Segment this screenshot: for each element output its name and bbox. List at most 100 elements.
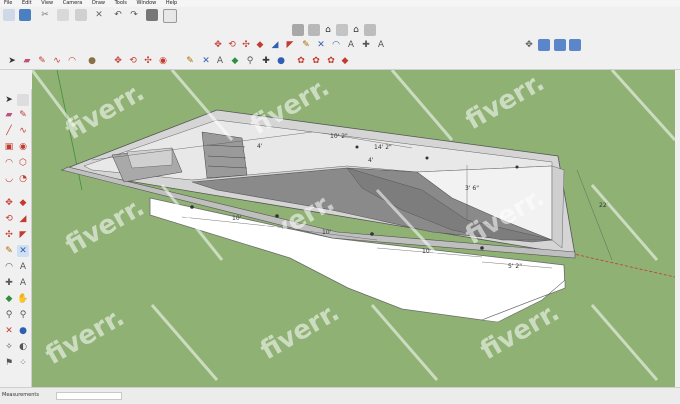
dimension-tool-icon[interactable]: ✕ [200,55,212,67]
follow-me-icon[interactable]: ◢ [269,39,281,51]
circle-icon[interactable]: ● [86,55,98,67]
menu-help[interactable]: Help [162,0,181,7]
undo-icon[interactable]: ↶ [112,9,124,21]
text-tool-icon[interactable]: A [214,55,226,67]
rectangle-side-icon[interactable]: ▣ [3,141,15,153]
scale-side-icon[interactable]: ✣ [3,229,15,241]
footprints-side-icon[interactable]: ⁘ [17,357,29,369]
move-tool-icon[interactable]: ✥ [112,55,124,67]
walk-icon[interactable]: ⚲ [244,55,256,67]
model-canvas[interactable]: 10' 10' 10' 5' 2" 3' 6" 22' 4' 4' 10' 2"… [32,70,675,387]
menu-edit[interactable]: Edit [18,0,36,7]
menu-file[interactable]: File [0,0,16,7]
tape-side-icon[interactable]: ✎ [3,245,15,257]
rotate-tool-icon[interactable]: ⟲ [127,55,139,67]
right-view-icon[interactable]: ⌂ [350,24,362,36]
back-view-icon[interactable] [364,24,376,36]
offset-tool-icon[interactable]: ◉ [157,55,169,67]
new-icon[interactable] [3,9,15,21]
text-icon[interactable]: A [345,39,357,51]
cut-icon[interactable]: ✂ [39,9,51,21]
protractor-icon[interactable]: ◠ [330,39,342,51]
arc2-side-icon[interactable]: ◡ [3,173,15,185]
warehouse-icon[interactable]: ✿ [310,55,322,67]
zoom-side-icon[interactable]: ⚲ [3,309,15,321]
pan-icon[interactable] [538,39,550,51]
tape-measure-icon[interactable]: ✎ [300,39,312,51]
menu-tools[interactable]: Tools [111,0,131,7]
eraser-side-icon[interactable]: ▰ [3,109,15,121]
select-side-icon[interactable]: ➤ [3,94,15,106]
eraser-icon[interactable]: ▰ [21,55,33,67]
offset-side-icon[interactable]: ◤ [17,229,29,241]
save-icon[interactable] [19,9,31,21]
orbit-icon[interactable]: ✥ [523,39,535,51]
section-side-icon[interactable]: ⚑ [3,357,15,369]
arc-side-icon[interactable]: ◠ [3,157,15,169]
polygon-side-icon[interactable]: ⬡ [17,157,29,169]
line-side-icon[interactable]: ╱ [3,125,15,137]
dimension-icon[interactable]: ✕ [315,39,327,51]
select-icon[interactable]: ➤ [6,55,18,67]
zoom-icon[interactable] [554,39,566,51]
paint-side-icon[interactable]: ✎ [17,109,29,121]
text-side-icon[interactable]: A [17,261,29,273]
position-camera-icon[interactable]: ● [275,55,287,67]
zoom-window-side-icon[interactable]: ⚲ [17,309,29,321]
copy-icon[interactable] [57,9,69,21]
pan-side-icon[interactable]: ✋ [17,293,29,305]
paint-bucket-icon[interactable]: ◆ [229,55,241,67]
menu-draw[interactable]: Draw [88,0,109,7]
move-icon[interactable]: ✥ [212,39,224,51]
rotate-icon[interactable]: ⟲ [226,39,238,51]
followme-side-icon[interactable]: ◢ [17,213,29,225]
tape-icon[interactable]: ✎ [184,55,196,67]
top-view-icon[interactable] [308,24,320,36]
make-component-icon[interactable] [17,94,29,106]
position-side-icon[interactable]: ● [17,325,29,337]
menu-window[interactable]: Window [133,0,161,7]
protractor-side-icon[interactable]: ◠ [3,261,15,273]
zoom-extents-icon[interactable] [569,39,581,51]
circle-side-icon[interactable]: ◉ [17,141,29,153]
push-pull-icon[interactable]: ◆ [254,39,266,51]
front-view-icon[interactable] [336,24,348,36]
walk-side-icon[interactable]: ✧ [3,341,15,353]
home-icon[interactable]: ⌂ [322,24,334,36]
ruby-icon[interactable]: ◆ [339,55,351,67]
arc-icon[interactable]: ◠ [66,55,78,67]
redo-icon[interactable]: ↷ [128,9,140,21]
3dtext-side-icon[interactable]: A [17,277,29,289]
pie-side-icon[interactable]: ◔ [17,173,29,185]
erase-icon[interactable]: ✕ [93,9,105,21]
axes-side-icon[interactable]: ✚ [3,277,15,289]
look-side-icon[interactable]: ◐ [17,341,29,353]
rotate-side-icon[interactable]: ⟲ [3,213,15,225]
scale-icon[interactable]: ✣ [240,39,252,51]
section-plane-icon[interactable]: A [375,39,387,51]
model-info-icon[interactable] [163,9,177,23]
pushpull-side-icon[interactable]: ◆ [17,197,29,209]
component-icon[interactable]: ✿ [295,55,307,67]
menu-bar: File Edit View Camera Draw Tools Window … [0,0,680,7]
axes-icon[interactable]: ✚ [360,39,372,51]
menu-view[interactable]: View [37,0,57,7]
iso-view-icon[interactable] [292,24,304,36]
menu-camera[interactable]: Camera [59,0,87,7]
freehand-side-icon[interactable]: ∿ [17,125,29,137]
extension-icon[interactable]: ✿ [325,55,337,67]
dimension-label: 10' [232,215,242,222]
paste-icon[interactable] [75,9,87,21]
measurements-input[interactable] [56,392,122,400]
dimension-side-icon[interactable]: ✕ [17,245,29,257]
orbit-side-icon[interactable]: ◆ [3,293,15,305]
look-around-icon[interactable]: ✚ [260,55,272,67]
line-icon[interactable]: ✎ [36,55,48,67]
move-side-icon[interactable]: ✥ [3,197,15,209]
scale-tool-icon[interactable]: ✣ [142,55,154,67]
offset-icon[interactable]: ◤ [284,39,296,51]
zoom-extents-side-icon[interactable]: ✕ [3,325,15,337]
freehand-icon[interactable]: ∿ [51,55,63,67]
model-viewport[interactable]: 10' 10' 10' 5' 2" 3' 6" 22' 4' 4' 10' 2"… [32,70,675,387]
print-icon[interactable] [146,9,158,21]
